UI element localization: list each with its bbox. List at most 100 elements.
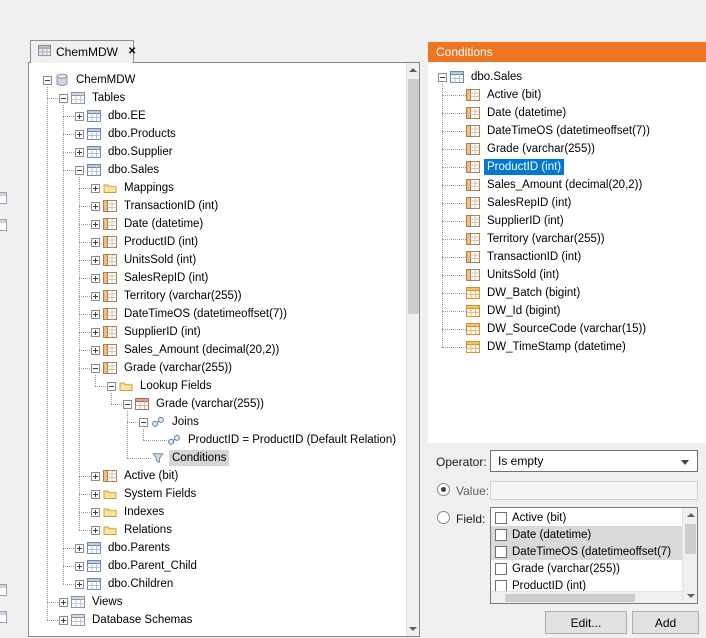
tree-item-lookup-fields[interactable]: Lookup Fields	[29, 377, 406, 395]
tab-close-icon[interactable]: ✕	[128, 47, 136, 57]
expand-icon[interactable]	[74, 579, 84, 589]
tree-item-dbo-supplier[interactable]: dbo.Supplier	[29, 143, 406, 161]
collapse-icon[interactable]	[106, 381, 116, 391]
expand-icon[interactable]	[74, 111, 84, 121]
tree-item-transactionid-int[interactable]: TransactionID (int)	[428, 248, 706, 266]
tree-item-dbo-children[interactable]: dbo.Children	[29, 575, 406, 593]
expand-icon[interactable]	[58, 597, 68, 607]
tree-item-unitssold-int[interactable]: UnitsSold (int)	[428, 266, 706, 284]
checkbox-icon[interactable]	[495, 511, 507, 524]
expand-icon[interactable]	[90, 273, 100, 283]
tree-item-salesrepid-int[interactable]: SalesRepID (int)	[29, 269, 406, 287]
scroll-down-icon[interactable]	[687, 594, 695, 598]
collapse-icon[interactable]	[122, 399, 132, 409]
expand-icon[interactable]	[90, 237, 100, 247]
tree-item-relations[interactable]: Relations	[29, 521, 406, 539]
tree-item-mappings[interactable]: Mappings	[29, 179, 406, 197]
tree-item-dbo-sales[interactable]: dbo.Sales	[428, 68, 706, 86]
tree-item-joins[interactable]: Joins	[29, 413, 406, 431]
tab-chemmdw[interactable]: ChemMDW ✕	[30, 40, 136, 63]
collapse-icon[interactable]	[90, 363, 100, 373]
tree-item-datetimeos-datetimeoffset-7[interactable]: DateTimeOS (datetimeoffset(7))	[428, 122, 706, 140]
checkbox-icon[interactable]	[495, 528, 507, 541]
tree-item-transactionid-int[interactable]: TransactionID (int)	[29, 197, 406, 215]
tree-item-chemmdw[interactable]: ChemMDW	[29, 71, 406, 89]
expand-icon[interactable]	[90, 309, 100, 319]
expand-icon[interactable]	[90, 525, 100, 535]
tree-item-grade-varchar-255[interactable]: Grade (varchar(255))	[29, 359, 406, 377]
tree-item-dw-timestamp-datetime[interactable]: DW_TimeStamp (datetime)	[428, 338, 706, 356]
tree-item-dbo-parents[interactable]: dbo.Parents	[29, 539, 406, 557]
tree-item-date-datetime[interactable]: Date (datetime)	[29, 215, 406, 233]
tree-item-dbo-products[interactable]: dbo.Products	[29, 125, 406, 143]
tree-item-territory-varchar-255[interactable]: Territory (varchar(255))	[29, 287, 406, 305]
tree-item-dbo-ee[interactable]: dbo.EE	[29, 107, 406, 125]
scrollbar-thumb[interactable]	[408, 79, 419, 314]
scrollbar-thumb[interactable]	[685, 524, 696, 554]
tree-item-database-schemas[interactable]: Database Schemas	[29, 611, 406, 629]
scroll-up-icon[interactable]	[409, 68, 417, 72]
edit-button[interactable]: Edit...	[545, 611, 627, 634]
value-radio[interactable]	[437, 483, 450, 496]
field-listbox[interactable]: Active (bit) Date (datetime) DateTimeOS (d…	[490, 507, 698, 604]
field-option-date-datetime[interactable]: Date (datetime)	[491, 526, 682, 543]
tree-item-productid-int[interactable]: ProductID (int)	[29, 233, 406, 251]
expand-icon[interactable]	[74, 561, 84, 571]
tree-item-dbo-parent-child[interactable]: dbo.Parent_Child	[29, 557, 406, 575]
field-option-datetimeos-datetimeoffset-7[interactable]: DateTimeOS (datetimeoffset(7)	[491, 543, 682, 560]
expand-icon[interactable]	[74, 147, 84, 157]
collapse-icon[interactable]	[74, 165, 84, 175]
collapse-icon[interactable]	[138, 417, 148, 427]
expand-icon[interactable]	[74, 543, 84, 553]
tree-item-supplierid-int[interactable]: SupplierID (int)	[428, 212, 706, 230]
expand-icon[interactable]	[90, 291, 100, 301]
scroll-up-icon[interactable]	[687, 513, 695, 517]
add-button[interactable]: Add	[632, 611, 699, 634]
tree-item-dw-id-bigint[interactable]: DW_Id (bigint)	[428, 302, 706, 320]
field-listbox-vscrollbar[interactable]	[682, 508, 697, 603]
expand-icon[interactable]	[90, 219, 100, 229]
tree-item-unitssold-int[interactable]: UnitsSold (int)	[29, 251, 406, 269]
tree-item-datetimeos-datetimeoffset-7[interactable]: DateTimeOS (datetimeoffset(7))	[29, 305, 406, 323]
field-option-grade-varchar-255[interactable]: Grade (varchar(255))	[491, 560, 682, 577]
tree-item-grade-varchar-255[interactable]: Grade (varchar(255))	[428, 140, 706, 158]
operator-select[interactable]: Is empty	[490, 450, 698, 472]
tree-item-active-bit[interactable]: Active (bit)	[428, 86, 706, 104]
collapse-icon[interactable]	[58, 93, 68, 103]
expand-icon[interactable]	[90, 345, 100, 355]
checkbox-icon[interactable]	[495, 545, 507, 558]
tree-item-tables[interactable]: Tables	[29, 89, 406, 107]
value-input[interactable]	[490, 481, 698, 500]
tree-item-dbo-sales[interactable]: dbo.Sales	[29, 161, 406, 179]
scrollbar-thumb[interactable]	[505, 594, 635, 602]
expand-icon[interactable]	[90, 507, 100, 517]
tree-item-active-bit[interactable]: Active (bit)	[29, 467, 406, 485]
left-tree-scrollbar[interactable]	[406, 63, 419, 636]
expand-icon[interactable]	[90, 201, 100, 211]
tree-item-dw-sourcecode-varchar-15[interactable]: DW_SourceCode (varchar(15))	[428, 320, 706, 338]
field-option-active-bit[interactable]: Active (bit)	[491, 509, 682, 526]
tree-item-views[interactable]: Views	[29, 593, 406, 611]
tree-item-conditions[interactable]: Conditions	[29, 449, 406, 467]
tree-item-supplierid-int[interactable]: SupplierID (int)	[29, 323, 406, 341]
scroll-down-icon[interactable]	[409, 627, 417, 631]
collapse-icon[interactable]	[437, 72, 447, 82]
checkbox-icon[interactable]	[495, 579, 507, 591]
tree-item-sales-amount-decimal-20-2[interactable]: Sales_Amount (decimal(20,2))	[428, 176, 706, 194]
tree-item-productid-int[interactable]: ProductID (int)	[428, 158, 706, 176]
tree-item-salesrepid-int[interactable]: SalesRepID (int)	[428, 194, 706, 212]
tree-item-date-datetime[interactable]: Date (datetime)	[428, 104, 706, 122]
expand-icon[interactable]	[74, 129, 84, 139]
expand-icon[interactable]	[90, 255, 100, 265]
checkbox-icon[interactable]	[495, 562, 507, 575]
expand-icon[interactable]	[90, 327, 100, 337]
tree-item-system-fields[interactable]: System Fields	[29, 485, 406, 503]
tree-item-territory-varchar-255[interactable]: Territory (varchar(255))	[428, 230, 706, 248]
tree-item-indexes[interactable]: Indexes	[29, 503, 406, 521]
expand-icon[interactable]	[90, 471, 100, 481]
expand-icon[interactable]	[90, 489, 100, 499]
tree-item-sales-amount-decimal-20-2[interactable]: Sales_Amount (decimal(20,2))	[29, 341, 406, 359]
field-radio[interactable]	[437, 511, 450, 524]
tree-item-grade-varchar-255[interactable]: Grade (varchar(255))	[29, 395, 406, 413]
field-listbox-hscrollbar[interactable]	[491, 591, 682, 603]
